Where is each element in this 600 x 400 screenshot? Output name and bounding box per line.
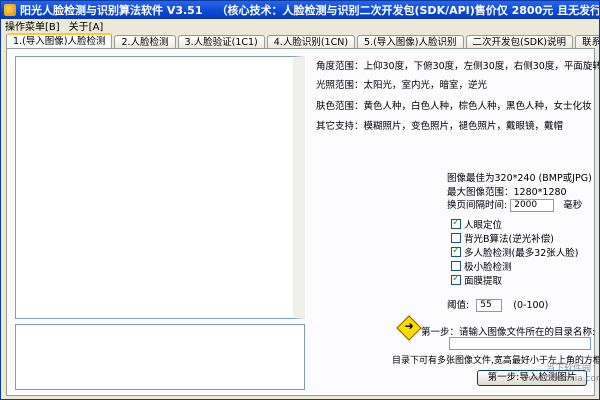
image-preview	[15, 56, 305, 319]
option-label: 人眼定位	[464, 220, 503, 231]
result-preview	[15, 324, 305, 390]
window-title-extra: （核心技术：人脸检测与识别二次开发包(SDK/API)售价仅 2800元 且无发…	[216, 4, 599, 17]
info-skin: 肤色范围：黄色人种，白色人种，棕色人种，黑色人种，女士化妆	[316, 101, 592, 112]
option-label: 极小脸检测	[464, 262, 512, 273]
tab-face-verify[interactable]: 3.人脸验证(1C1)	[177, 35, 265, 49]
option-eye-locate[interactable]: 人眼定位	[451, 217, 502, 231]
info-other: 其它支持：模糊照片，变色照片，褪色照片，戴眼镜，戴帽	[316, 121, 564, 132]
watermark-line1: 当下软件园	[545, 364, 591, 374]
threshold-row: 阈值: 55 (0-100)	[447, 297, 548, 312]
info-light: 光照范围：太阳光，室内光，暗室，逆光	[316, 80, 488, 91]
checkbox-icon[interactable]	[451, 261, 461, 271]
watermark-line2: www.downxia.com	[521, 374, 600, 384]
option-face-mask[interactable]: 面膜提取	[451, 273, 502, 287]
threshold-label: 阈值:	[447, 300, 470, 311]
threshold-input[interactable]: 55	[476, 299, 503, 312]
tab-import-identify[interactable]: 5.(导入图像)人脸识别	[357, 35, 464, 49]
info-angle: 角度范围：上仰30度，下俯30度，左侧30度，右侧30度，平面旋转60度	[316, 61, 600, 72]
menu-bar: 操作菜单[B] 关于[A]	[1, 18, 599, 33]
interval-label: 换页间隔时间:	[447, 200, 508, 211]
window-title: 阳光人脸检测与识别算法软件 V3.51	[20, 4, 203, 17]
arrow-right-icon	[396, 315, 422, 341]
app-window: 阳光人脸检测与识别算法软件 V3.51 （核心技术：人脸检测与识别二次开发包(S…	[0, 0, 600, 400]
title-bar[interactable]: 阳光人脸检测与识别算法软件 V3.51 （核心技术：人脸检测与识别二次开发包(S…	[1, 1, 599, 19]
option-label: 背光B算法(逆光补偿)	[464, 234, 554, 245]
tab-face-identify[interactable]: 4.人脸识别(1CN)	[266, 35, 356, 49]
app-icon	[4, 4, 16, 16]
interval-unit: 毫秒	[563, 200, 583, 211]
best-size-label: 图像最佳为320*240 (BMP或JPG)	[447, 173, 592, 184]
checkbox-icon[interactable]	[451, 233, 461, 243]
option-label: 面膜提取	[464, 276, 503, 287]
tab-strip: 1.(导入图像)人脸检测 2.人脸检测 3.人脸验证(1C1) 4.人脸识别(1…	[6, 33, 599, 49]
max-size-label: 最大图像范围：1280*1280	[447, 187, 567, 198]
option-multi-face[interactable]: 多人脸检测(最多32张人脸)	[451, 245, 579, 259]
checkbox-icon[interactable]	[451, 273, 461, 285]
interval-row: 换页间隔时间: 2000 毫秒	[447, 197, 582, 212]
tab-import-detect[interactable]: 1.(导入图像)人脸检测	[6, 33, 113, 49]
option-label: 多人脸检测(最多32张人脸)	[464, 248, 579, 259]
checkbox-icon[interactable]	[451, 217, 461, 229]
tab-face-detect[interactable]: 2.人脸检测	[114, 35, 176, 49]
threshold-range: (0-100)	[513, 300, 549, 311]
interval-input[interactable]: 2000	[510, 199, 555, 212]
option-tiny-face[interactable]: 极小脸检测	[451, 259, 512, 273]
directory-input[interactable]	[449, 337, 591, 350]
tab-sdk-info[interactable]: 二次开发包(SDK)说明	[465, 35, 574, 49]
tab-contact-author[interactable]: 联系作者	[575, 35, 599, 49]
menu-operations[interactable]: 操作菜单[B]	[5, 18, 60, 33]
checkbox-icon[interactable]	[451, 245, 461, 257]
menu-about[interactable]: 关于[A]	[69, 18, 104, 33]
option-backlight[interactable]: 背光B算法(逆光补偿)	[451, 231, 554, 245]
step-instruction: 第一步：请输入图像文件所在的目录名称:	[421, 327, 596, 338]
tab-panel: 角度范围：上仰30度，下俯30度，左侧30度，右侧30度，平面旋转60度 光照范…	[6, 48, 599, 396]
watermark: 当下软件园 www.downxia.com	[521, 361, 600, 389]
